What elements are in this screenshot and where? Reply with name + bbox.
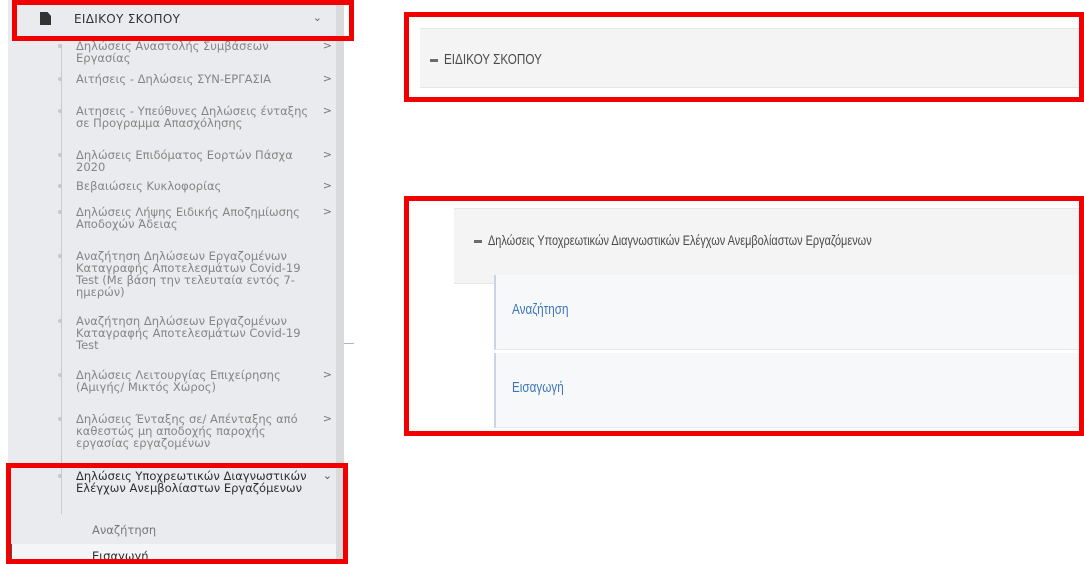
sidebar-item-special-compensation[interactable]: Δηλώσεις Λήψης Ειδικής Αποζημίωσης Αποδο… [58,205,332,231]
sidebar-item-covid-test[interactable]: Αναζήτηση Δηλώσεων Εργαζομένων Καταγραφή… [58,314,322,352]
bullet-icon [58,319,62,323]
sidebar-item-business-operation[interactable]: Δηλώσεις Λειτουργίας Επιχείρησης (Αμιγής… [58,368,332,394]
sidebar-item-label: Δηλώσεις Επιδόματος Εορτών Πάσχα 2020 [76,148,293,174]
sidebar-section-label: ΕΙΔΙΚΟΥ ΣΚΟΠΟΥ [74,12,181,26]
chevron-right-icon: > [322,104,332,117]
bullet-icon [58,210,62,214]
bullet-icon [58,153,62,157]
sidebar-menu: ΕΙΔΙΚΟΥ ΣΚΟΠΟΥ ⌄ Δηλώσεις Αναστολής Συμβ… [8,0,344,564]
sidebar-item-label: Δηλώσεις Λήψης Ειδικής Αποζημίωσης Αποδο… [76,205,300,231]
sidebar-subitem-label: Αναζήτηση [92,523,157,537]
panel-link-label: Εισαγωγή [512,379,564,396]
bullet-icon [58,417,62,421]
chevron-right-icon: > [322,148,332,161]
sidebar-subitem-label: Εισαγωγή [92,549,149,563]
chevron-right-icon: > [322,39,332,52]
chevron-down-icon: ⌄ [312,11,322,24]
sidebar-item-suspension[interactable]: Δηλώσεις Αναστολής Συμβάσεων Εργασίας > [58,39,332,65]
sidebar-item-label: Δηλώσεις Αναστολής Συμβάσεων Εργασίας [76,39,269,65]
sidebar-item-label: Δηλώσεις Ένταξης σε/ Απένταξης από καθεσ… [76,412,298,450]
panel-special-purpose-header[interactable]: ΕΙΔΙΚΟΥ ΣΚΟΠΟΥ [420,28,1084,88]
sidebar-item-label: Αιτήσεις - Δηλώσεις ΣΥΝ-ΕΡΓΑΣΙΑ [76,72,272,86]
sidebar-item-covid-test-7days[interactable]: Αναζήτηση Δηλώσεων Εργαζομένων Καταγραφή… [58,249,322,299]
panel-link-search[interactable]: Αναζήτηση [494,275,1084,350]
sidebar-item-label: Δηλώσεις Υποχρεωτικών Διαγνωστικών Ελέγχ… [76,469,307,495]
bullet-icon [58,474,62,478]
active-indicator [8,544,12,564]
panel-special-purpose-label: ΕΙΔΙΚΟΥ ΣΚΟΠΟΥ [444,51,542,68]
bullet-icon [58,109,62,113]
sidebar-item-label: Βεβαιώσεις Κυκλοφορίας [76,179,222,193]
sidebar-section-header[interactable]: ΕΙΔΙΚΟΥ ΣΚΟΠΟΥ ⌄ [8,0,344,38]
tree-line [61,44,62,514]
document-icon [40,12,51,25]
chevron-right-icon: > [322,205,332,218]
sidebar-item-easter-allowance[interactable]: Δηλώσεις Επιδόματος Εορτών Πάσχα 2020 > [58,148,332,174]
sidebar-item-circulation-certificates[interactable]: Βεβαιώσεις Κυκλοφορίας > [58,179,332,193]
sidebar-item-employment-program[interactable]: Αιτησεις - Υπεύθυνες Δηλώσεις ένταξης σε… [58,104,332,130]
bullet-icon [58,77,62,81]
sidebar-subitem-insert[interactable]: Εισαγωγή [8,544,344,564]
bullet-icon [58,184,62,188]
chevron-down-icon: ⌄ [322,469,332,482]
panel-unvaccinated-tests-header[interactable]: Δηλώσεις Υποχρεωτικών Διαγνωστικών Ελέγχ… [454,208,1084,284]
sidebar-item-unvaccinated-tests[interactable]: Δηλώσεις Υποχρεωτικών Διαγνωστικών Ελέγχ… [58,469,332,495]
chevron-right-icon: > [322,72,332,85]
sidebar-item-syn-ergasia[interactable]: Αιτήσεις - Δηλώσεις ΣΥΝ-ΕΡΓΑΣΙΑ > [58,72,332,86]
bullet-icon [58,373,62,377]
connector-line [344,343,354,344]
sidebar-item-label: Αιτησεις - Υπεύθυνες Δηλώσεις ένταξης σε… [76,104,309,130]
sidebar-item-label: Δηλώσεις Λειτουργίας Επιχείρησης (Αμιγής… [76,368,281,394]
chevron-right-icon: > [322,179,332,192]
bullet-icon [58,44,62,48]
sidebar-item-label: Αναζήτηση Δηλώσεων Εργαζομένων Καταγραφή… [76,314,301,352]
chevron-right-icon: > [322,368,332,381]
panel-special-purpose: ΕΙΔΙΚΟΥ ΣΚΟΠΟΥ [408,16,1084,100]
sidebar-scrollbar[interactable] [336,0,344,564]
minus-icon [430,59,438,62]
sidebar-subitem-search[interactable]: Αναζήτηση [8,518,344,542]
minus-icon [474,240,482,243]
sidebar-item-inclusion-exclusion[interactable]: Δηλώσεις Ένταξης σε/ Απένταξης από καθεσ… [58,412,332,450]
bullet-icon [58,254,62,258]
panel-unvaccinated-tests: Δηλώσεις Υποχρεωτικών Διαγνωστικών Ελέγχ… [408,196,1084,436]
panel-unvaccinated-tests-heading: Δηλώσεις Υποχρεωτικών Διαγνωστικών Ελέγχ… [488,232,872,248]
panel-link-insert[interactable]: Εισαγωγή [494,353,1084,428]
chevron-right-icon: > [322,412,332,425]
panel-link-label: Αναζήτηση [512,301,569,318]
sidebar-item-label: Αναζήτηση Δηλώσεων Εργαζομένων Καταγραφή… [76,249,301,299]
